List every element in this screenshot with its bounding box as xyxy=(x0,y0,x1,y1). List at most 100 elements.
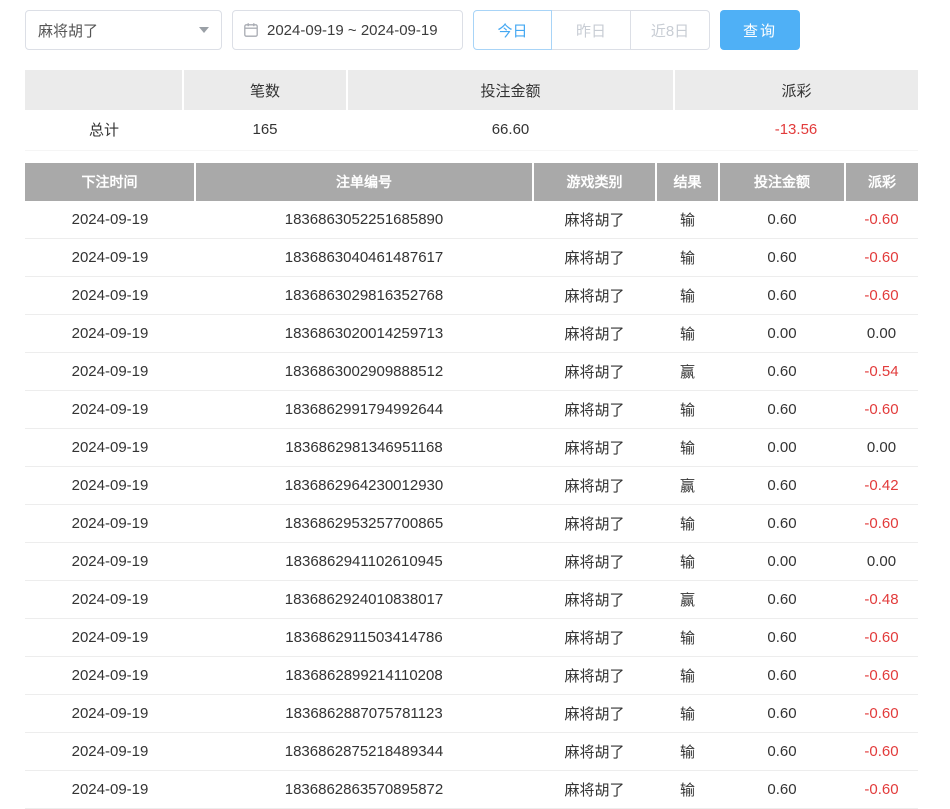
result-cell: 赢 xyxy=(656,467,719,505)
date-range-input[interactable]: 2024-09-19 ~ 2024-09-19 xyxy=(232,10,463,50)
bet-time-cell: 2024-09-19 xyxy=(25,505,195,543)
table-row: 2024-09-191836862899214110208麻将胡了输0.60-0… xyxy=(25,657,918,695)
order-id-cell: 1836862941102610945 xyxy=(195,543,533,581)
bet-amount-cell: 0.60 xyxy=(719,505,845,543)
bet-table-header-row: 下注时间注单编号游戏类别结果投注金额派彩 xyxy=(25,163,918,201)
bet-time-cell: 2024-09-19 xyxy=(25,239,195,277)
summary-total-row: 总计 165 66.60 -13.56 xyxy=(25,110,918,150)
bet-table: 下注时间注单编号游戏类别结果投注金额派彩 2024-09-19183686305… xyxy=(25,163,918,809)
result-cell: 输 xyxy=(656,201,719,239)
game-select[interactable]: 麻将胡了 xyxy=(25,10,222,50)
bet-time-cell: 2024-09-19 xyxy=(25,581,195,619)
bet-time-cell: 2024-09-19 xyxy=(25,543,195,581)
payout-cell: -0.60 xyxy=(845,391,918,429)
bet-amount-cell: 0.60 xyxy=(719,771,845,809)
last-8-days-button[interactable]: 近8日 xyxy=(631,10,710,50)
table-row: 2024-09-191836863029816352768麻将胡了输0.60-0… xyxy=(25,277,918,315)
bet-time-cell: 2024-09-19 xyxy=(25,733,195,771)
bet-time-cell: 2024-09-19 xyxy=(25,771,195,809)
bet-time-cell: 2024-09-19 xyxy=(25,277,195,315)
result-cell: 输 xyxy=(656,429,719,467)
summary-payout-value: -13.56 xyxy=(674,110,918,150)
bet-amount-cell: 0.60 xyxy=(719,657,845,695)
game-type-cell: 麻将胡了 xyxy=(533,505,656,543)
result-cell: 输 xyxy=(656,391,719,429)
payout-cell: -0.60 xyxy=(845,239,918,277)
summary-count-value: 165 xyxy=(183,110,347,150)
game-type-cell: 麻将胡了 xyxy=(533,771,656,809)
game-type-cell: 麻将胡了 xyxy=(533,391,656,429)
order-id-cell: 1836862924010838017 xyxy=(195,581,533,619)
game-type-cell: 麻将胡了 xyxy=(533,467,656,505)
table-row: 2024-09-191836862964230012930麻将胡了赢0.60-0… xyxy=(25,467,918,505)
game-type-cell: 麻将胡了 xyxy=(533,353,656,391)
bet-table-body: 2024-09-191836863052251685890麻将胡了输0.60-0… xyxy=(25,201,918,809)
payout-cell: -0.60 xyxy=(845,771,918,809)
yesterday-button[interactable]: 昨日 xyxy=(552,10,631,50)
game-type-cell: 麻将胡了 xyxy=(533,429,656,467)
payout-cell: -0.54 xyxy=(845,353,918,391)
table-row: 2024-09-191836863002909888512麻将胡了赢0.60-0… xyxy=(25,353,918,391)
order-id-cell: 1836862875218489344 xyxy=(195,733,533,771)
payout-cell: -0.60 xyxy=(845,505,918,543)
table-row: 2024-09-191836863020014259713麻将胡了输0.000.… xyxy=(25,315,918,353)
game-type-cell: 麻将胡了 xyxy=(533,239,656,277)
bet-amount-cell: 0.00 xyxy=(719,543,845,581)
bet-amount-cell: 0.60 xyxy=(719,201,845,239)
result-cell: 输 xyxy=(656,315,719,353)
column-header: 游戏类别 xyxy=(533,163,656,201)
filter-toolbar: 麻将胡了 2024-09-19 ~ 2024-09-19 今日 昨日 近8日 查… xyxy=(25,10,918,50)
column-header: 下注时间 xyxy=(25,163,195,201)
bet-amount-cell: 0.60 xyxy=(719,733,845,771)
column-header: 投注金额 xyxy=(719,163,845,201)
game-type-cell: 麻将胡了 xyxy=(533,315,656,353)
summary-header-count: 笔数 xyxy=(183,70,347,110)
payout-cell: -0.60 xyxy=(845,201,918,239)
payout-cell: -0.60 xyxy=(845,657,918,695)
order-id-cell: 1836863052251685890 xyxy=(195,201,533,239)
bet-amount-cell: 0.60 xyxy=(719,239,845,277)
bet-history-page: 麻将胡了 2024-09-19 ~ 2024-09-19 今日 昨日 近8日 查… xyxy=(0,0,950,809)
bet-time-cell: 2024-09-19 xyxy=(25,201,195,239)
result-cell: 输 xyxy=(656,277,719,315)
bet-time-cell: 2024-09-19 xyxy=(25,429,195,467)
order-id-cell: 1836863029816352768 xyxy=(195,277,533,315)
game-select-value: 麻将胡了 xyxy=(38,20,98,41)
summary-header-row: 笔数 投注金额 派彩 xyxy=(25,70,918,110)
summary-header-payout: 派彩 xyxy=(674,70,918,110)
order-id-cell: 1836862899214110208 xyxy=(195,657,533,695)
game-type-cell: 麻将胡了 xyxy=(533,619,656,657)
order-id-cell: 1836862991794992644 xyxy=(195,391,533,429)
payout-cell: -0.42 xyxy=(845,467,918,505)
bet-amount-cell: 0.60 xyxy=(719,619,845,657)
summary-bet-amount-value: 66.60 xyxy=(347,110,674,150)
table-row: 2024-09-191836862981346951168麻将胡了输0.000.… xyxy=(25,429,918,467)
order-id-cell: 1836863020014259713 xyxy=(195,315,533,353)
table-row: 2024-09-191836863052251685890麻将胡了输0.60-0… xyxy=(25,201,918,239)
table-row: 2024-09-191836862991794992644麻将胡了输0.60-0… xyxy=(25,391,918,429)
table-row: 2024-09-191836863040461487617麻将胡了输0.60-0… xyxy=(25,239,918,277)
order-id-cell: 1836863002909888512 xyxy=(195,353,533,391)
search-button[interactable]: 查询 xyxy=(720,10,800,50)
bet-time-cell: 2024-09-19 xyxy=(25,657,195,695)
summary-header-blank xyxy=(25,70,183,110)
payout-cell: -0.48 xyxy=(845,581,918,619)
result-cell: 输 xyxy=(656,771,719,809)
table-row: 2024-09-191836862953257700865麻将胡了输0.60-0… xyxy=(25,505,918,543)
bet-amount-cell: 0.60 xyxy=(719,277,845,315)
summary-total-label: 总计 xyxy=(25,110,183,150)
result-cell: 输 xyxy=(656,733,719,771)
calendar-icon xyxy=(243,22,259,38)
table-row: 2024-09-191836862863570895872麻将胡了输0.60-0… xyxy=(25,771,918,809)
today-button[interactable]: 今日 xyxy=(473,10,552,50)
result-cell: 输 xyxy=(656,543,719,581)
order-id-cell: 1836862911503414786 xyxy=(195,619,533,657)
game-type-cell: 麻将胡了 xyxy=(533,201,656,239)
game-type-cell: 麻将胡了 xyxy=(533,733,656,771)
table-row: 2024-09-191836862941102610945麻将胡了输0.000.… xyxy=(25,543,918,581)
bet-amount-cell: 0.60 xyxy=(719,353,845,391)
payout-cell: 0.00 xyxy=(845,429,918,467)
bet-time-cell: 2024-09-19 xyxy=(25,619,195,657)
result-cell: 输 xyxy=(656,695,719,733)
order-id-cell: 1836862953257700865 xyxy=(195,505,533,543)
